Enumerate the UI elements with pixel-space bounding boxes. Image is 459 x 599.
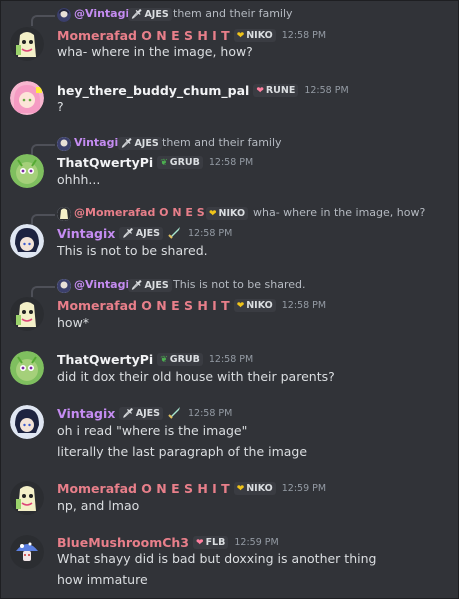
pink-hair-avatar[interactable] [10, 81, 44, 115]
username[interactable]: Momerafad O N E S H I T [57, 298, 230, 313]
role-tag: 🗡 AJES [118, 136, 162, 150]
mascot-avatar[interactable] [10, 481, 44, 515]
timestamp: 12:58 PM [208, 354, 254, 365]
role-tag: 🗡 AJES [128, 7, 172, 21]
leaf-icon: ❦ [160, 158, 168, 168]
username[interactable]: Vintagix [57, 406, 115, 421]
message-text: np, and lmao [57, 498, 140, 513]
message-text: This is not to be shared. [57, 243, 208, 258]
timestamp: 12:58 PM [188, 228, 233, 239]
timestamp: 12:58 PM [281, 300, 327, 311]
message-text: literally the last paragraph of the imag… [57, 444, 308, 459]
message-text: oh i read "where is the image" [57, 423, 248, 438]
heart-icon: ❤ [256, 86, 264, 96]
role-tag: ❤ NIKO [233, 482, 276, 495]
timestamp: 12:58 PM [304, 85, 349, 96]
dark-hair-avatar[interactable] [10, 405, 44, 439]
message-header: Momerafad O N E S H I T ❤ NIKO 12:58 PM [57, 295, 326, 313]
sword-icon [168, 224, 182, 243]
message-header: Momerafad O N E S H I T ❤ NIKO 12:58 PM [57, 25, 326, 43]
timestamp: 12:59 PM [281, 483, 327, 494]
heart-icon: ❤ [236, 301, 245, 311]
sword-icon: 🗡 [121, 138, 133, 149]
sword-icon: 🗡 [122, 229, 134, 239]
role-tag: ❤ NIKO [233, 299, 276, 312]
reply-author[interactable]: @Vintagix [74, 7, 136, 20]
message-header: BlueMushroomCh3 ❤ FLB 12:59 PM [57, 532, 279, 550]
green-creature-avatar[interactable] [10, 351, 44, 385]
dark-hair-avatar[interactable] [10, 224, 44, 258]
message-text: What shayy did is bad but doxxing is ano… [57, 551, 377, 566]
reply-avatar [57, 8, 71, 22]
sword-icon [168, 404, 182, 423]
message-header: ThatQwertyPi ❦ GRUB 12:58 PM [57, 349, 253, 367]
reply-author[interactable]: @Vintagix [74, 278, 136, 291]
message-header: hey_there_buddy_chum_pal ❤ RUNE 12:58 PM [57, 80, 349, 98]
role-tag: ❤ NIKO [233, 29, 276, 42]
reply-text: This is not to be shared. [173, 278, 306, 291]
message-text: ? [57, 99, 64, 114]
timestamp: 12:59 PM [234, 537, 279, 548]
message-header: Momerafad O N E S H I T ❤ NIKO 12:59 PM [57, 478, 326, 496]
message-header: ThatQwertyPi ❦ GRUB 12:58 PM [57, 152, 253, 170]
username[interactable]: Vintagix [57, 226, 115, 241]
green-creature-avatar[interactable] [10, 154, 44, 188]
heart-icon: ❤ [209, 208, 217, 219]
timestamp: 12:58 PM [188, 408, 233, 419]
role-tag: ❤ NIKO [206, 206, 249, 220]
role-tag: 🗡 AJES [119, 407, 163, 420]
sword-icon: 🗡 [131, 280, 143, 291]
chat-panel: @Vintagix 🗡 AJES them and their family Mo… [0, 0, 459, 599]
role-tag: ❤ FLB [193, 536, 229, 549]
mascot-avatar[interactable] [10, 297, 44, 331]
reply-text: them and their family [173, 7, 293, 20]
role-tag: 🗡 AJES [128, 278, 172, 292]
message-header: Vintagix 🗡 AJES 12:58 PM [57, 223, 232, 241]
reply-avatar [57, 279, 71, 293]
reply-avatar [57, 137, 71, 151]
mascot-avatar[interactable] [10, 27, 44, 61]
username[interactable]: BlueMushroomCh3 [57, 535, 189, 550]
leaf-icon: ❦ [160, 355, 168, 365]
username[interactable]: ThatQwertyPi [57, 352, 153, 367]
heart-icon: ❤ [196, 538, 204, 548]
username[interactable]: ThatQwertyPi [57, 155, 153, 170]
message-text: wha- where in the image, how? [57, 44, 253, 59]
message-header: Vintagix 🗡 AJES 12:58 PM [57, 403, 232, 421]
reply-text: wha- where in the image, how? [253, 206, 426, 219]
message-text: did it dox their old house with their pa… [57, 369, 335, 384]
timestamp: 12:58 PM [281, 30, 327, 41]
message-text: ohhh... [57, 172, 101, 187]
reply-text: them and their family [162, 136, 282, 149]
reply-connector [31, 286, 55, 297]
message-text: how immature [57, 572, 148, 587]
role-tag: ❤ RUNE [253, 84, 299, 97]
heart-icon: ❤ [236, 31, 245, 41]
username[interactable]: Momerafad O N E S H I T [57, 28, 230, 43]
username[interactable]: hey_there_buddy_chum_pal [57, 83, 249, 98]
role-tag: ❦ GRUB [157, 353, 203, 366]
username[interactable]: Momerafad O N E S H I T [57, 481, 230, 496]
role-tag: ❦ GRUB [157, 156, 203, 169]
reply-avatar [57, 207, 71, 221]
message-text: how* [57, 315, 90, 330]
reply-connector [31, 15, 55, 26]
sword-icon: 🗡 [122, 409, 134, 419]
role-tag: 🗡 AJES [119, 227, 163, 240]
timestamp: 12:58 PM [208, 157, 254, 168]
blue-mushroom-avatar[interactable] [10, 535, 44, 569]
reply-connector [31, 144, 55, 155]
sword-icon: 🗡 [131, 9, 143, 20]
reply-connector [31, 214, 55, 225]
heart-icon: ❤ [236, 484, 245, 494]
